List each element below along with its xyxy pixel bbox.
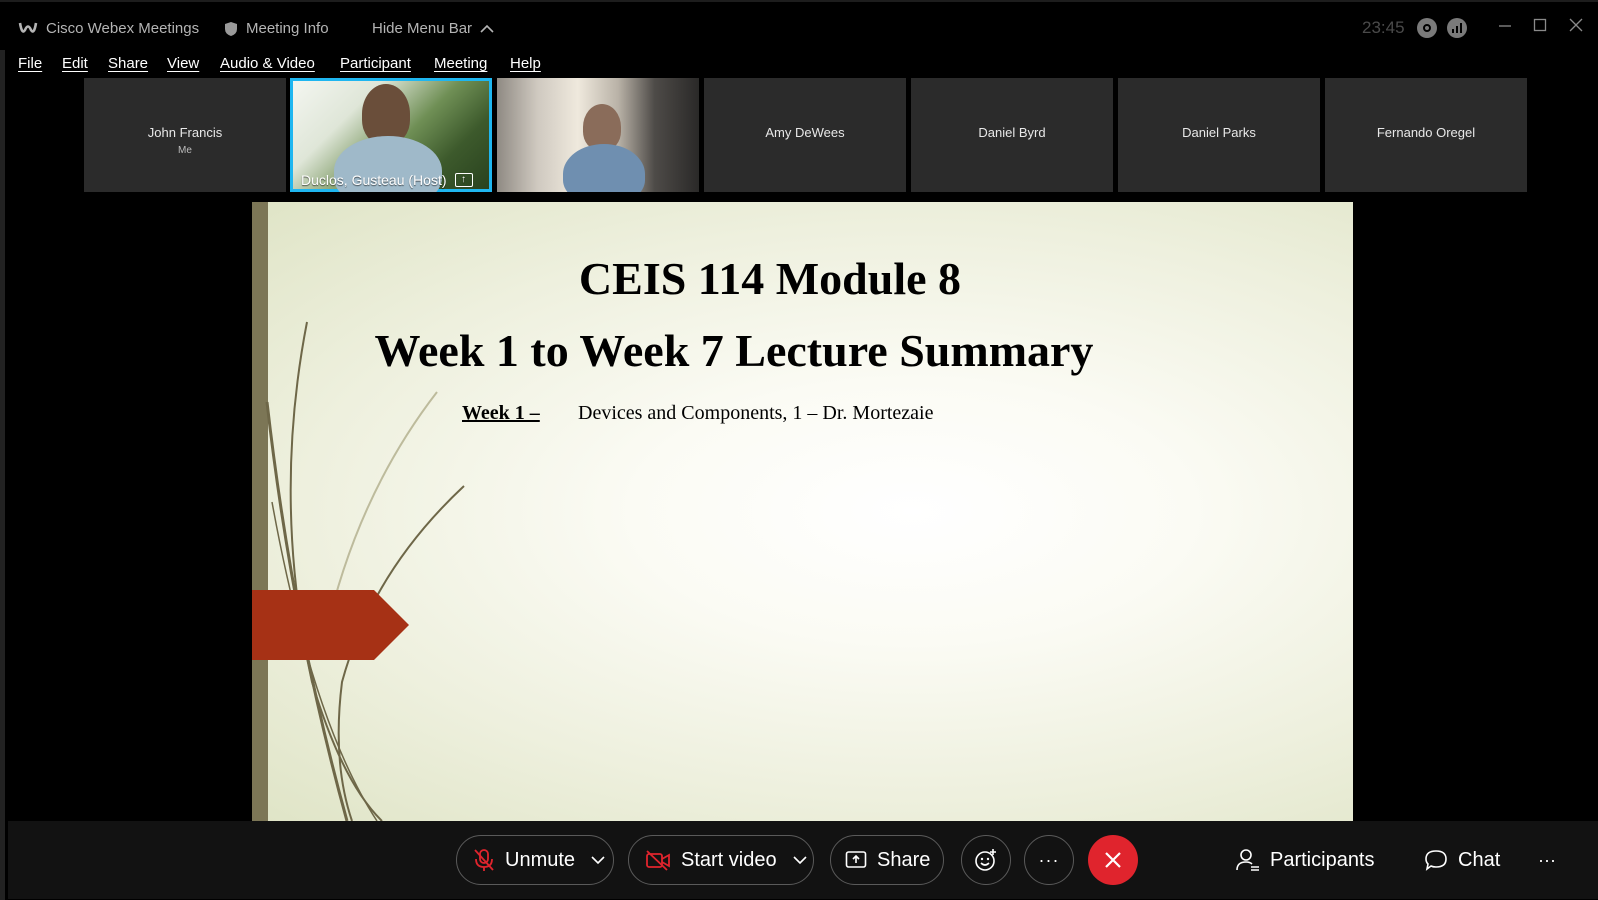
- hide-menu-bar-button[interactable]: Hide Menu Bar: [372, 20, 494, 37]
- host-name: Duclos, Gusteau (Host): [301, 172, 447, 188]
- meeting-controls-bar: Unmute Start video Share ··· Participant…: [8, 821, 1598, 899]
- camera-off-icon: [646, 850, 670, 871]
- chat-label: Chat: [1458, 848, 1501, 871]
- shared-content-slide: CEIS 114 Module 8 Week 1 to Week 7 Lectu…: [252, 202, 1353, 821]
- slide-arrow: [252, 590, 409, 660]
- title-bar: Cisco Webex Meetings Meeting Info Hide M…: [0, 0, 1598, 50]
- menu-edit[interactable]: Edit: [62, 55, 88, 72]
- participant-name: John Francis: [147, 125, 223, 140]
- start-video-button[interactable]: Start video: [628, 835, 814, 885]
- menu-bar: File Edit Share View Audio & Video Parti…: [0, 50, 1598, 78]
- app-title: Cisco Webex Meetings: [18, 20, 199, 37]
- chat-icon: [1425, 850, 1447, 871]
- menu-help[interactable]: Help: [510, 55, 541, 72]
- menu-share[interactable]: Share: [108, 55, 148, 72]
- minimize-button[interactable]: [1494, 14, 1516, 36]
- network-stats-icon[interactable]: [1447, 18, 1467, 38]
- participant-tile[interactable]: Daniel Byrd: [911, 78, 1113, 192]
- participants-label: Participants: [1270, 848, 1375, 871]
- participant-tile[interactable]: Fernando Oregel: [1325, 78, 1527, 192]
- unmute-label: Unmute: [505, 848, 576, 871]
- maximize-icon: [1533, 18, 1547, 32]
- microphone-muted-icon: [474, 849, 494, 871]
- chat-button[interactable]: Chat: [1424, 835, 1500, 885]
- window-edge: [0, 0, 5, 900]
- minimize-icon: [1499, 25, 1511, 27]
- participant-tile-video[interactable]: [497, 78, 699, 192]
- clock: 23:45: [1362, 18, 1405, 37]
- close-icon: [1105, 852, 1121, 868]
- slide-week-description: Devices and Components, 1 – Dr. Mortezai…: [578, 402, 934, 424]
- participants-icon: [1236, 849, 1259, 871]
- participant-name: Daniel Byrd: [978, 125, 1046, 140]
- participant-self-tag: Me: [178, 145, 192, 156]
- video-shirt: [563, 144, 645, 192]
- host-video-head: [362, 84, 410, 144]
- participant-tile[interactable]: Daniel Parks: [1118, 78, 1320, 192]
- menu-meeting[interactable]: Meeting: [434, 55, 487, 72]
- app-name: Cisco Webex Meetings: [46, 20, 200, 37]
- sharing-icon: ↑: [454, 173, 473, 187]
- participants-button[interactable]: Participants: [1236, 835, 1375, 885]
- close-icon: [1569, 18, 1583, 32]
- participant-name: Fernando Oregel: [1376, 125, 1476, 140]
- meeting-info-label: Meeting Info: [246, 20, 329, 37]
- recording-status-icon[interactable]: [1417, 18, 1437, 38]
- host-name-label: Duclos, Gusteau (Host) ↑: [301, 172, 473, 188]
- participant-name: Daniel Parks: [1182, 125, 1256, 140]
- hide-menu-label: Hide Menu Bar: [372, 20, 473, 37]
- close-window-button[interactable]: [1565, 14, 1587, 36]
- emoji-icon: [975, 849, 996, 871]
- participant-tile-host[interactable]: Duclos, Gusteau (Host) ↑: [290, 78, 492, 192]
- shield-icon: [225, 21, 237, 36]
- maximize-button[interactable]: [1529, 14, 1551, 36]
- share-button[interactable]: Share: [830, 835, 944, 885]
- participant-tile[interactable]: Amy DeWees: [704, 78, 906, 192]
- share-screen-icon: [845, 851, 867, 868]
- chevron-up-icon: [480, 24, 494, 33]
- more-icon: ···: [1038, 849, 1060, 870]
- chevron-down-icon[interactable]: [591, 855, 605, 865]
- participant-tile-self[interactable]: John Francis Me: [84, 78, 286, 192]
- participant-name: Amy DeWees: [765, 125, 845, 140]
- share-label: Share: [877, 848, 931, 871]
- start-video-label: Start video: [681, 848, 777, 871]
- meeting-info-button[interactable]: Meeting Info: [224, 20, 329, 37]
- webex-logo-icon: [18, 22, 38, 33]
- unmute-button[interactable]: Unmute: [456, 835, 614, 885]
- menu-file[interactable]: File: [18, 55, 42, 72]
- chevron-down-icon[interactable]: [793, 855, 807, 865]
- more-options-button[interactable]: ···: [1024, 835, 1074, 885]
- overflow-menu-button[interactable]: ···: [1538, 835, 1556, 885]
- reactions-button[interactable]: [961, 835, 1011, 885]
- menu-audio-video[interactable]: Audio & Video: [220, 55, 315, 72]
- slide-week-label: Week 1 –: [462, 402, 540, 424]
- slide-title: CEIS 114 Module 8: [578, 253, 962, 304]
- overflow-icon: ···: [1538, 849, 1556, 870]
- menu-view[interactable]: View: [167, 55, 199, 72]
- menu-participant[interactable]: Participant: [340, 55, 411, 72]
- slide-subtitle: Week 1 to Week 7 Lecture Summary: [374, 325, 1094, 376]
- end-meeting-button[interactable]: [1088, 835, 1138, 885]
